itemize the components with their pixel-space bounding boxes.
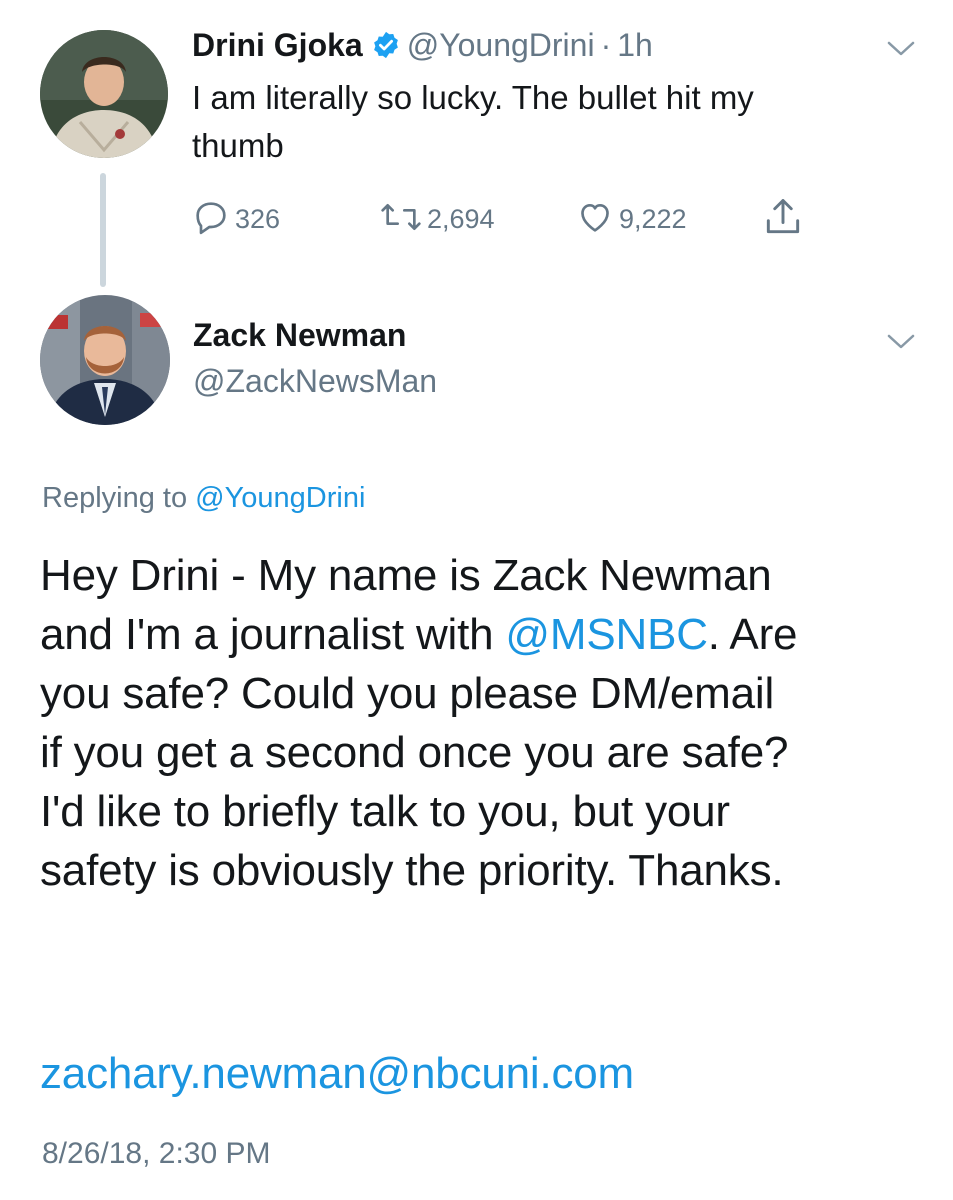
thread-connector-line bbox=[100, 173, 106, 287]
tweet1-text-line2: thumb bbox=[192, 127, 284, 164]
verified-badge-icon bbox=[371, 30, 401, 65]
reply-button[interactable]: 326 bbox=[191, 199, 280, 239]
author-name[interactable]: Drini Gjoka bbox=[192, 27, 363, 63]
like-count: 9,222 bbox=[619, 203, 687, 234]
author-handle[interactable]: @YoungDrini bbox=[407, 27, 595, 63]
like-icon bbox=[575, 197, 615, 242]
avatar-drini[interactable] bbox=[40, 30, 168, 158]
avatar-zack[interactable] bbox=[40, 295, 170, 425]
share-icon bbox=[761, 195, 805, 244]
tweet2-body: Hey Drini - My name is Zack Newman and I… bbox=[40, 546, 940, 900]
tweet2-body-line: Hey Drini - My name is Zack Newman bbox=[40, 551, 772, 600]
chevron-down-icon[interactable] bbox=[886, 40, 916, 58]
retweet-icon bbox=[379, 197, 423, 242]
separator-dot: · bbox=[600, 27, 612, 63]
tweet2-body-line: I'd like to briefly talk to you, but you… bbox=[40, 787, 730, 836]
tweet2-body-text: . Are bbox=[707, 610, 798, 659]
chevron-down-icon[interactable] bbox=[886, 333, 916, 351]
tweet1-header: Drini Gjoka @YoungDrini · 1h bbox=[192, 26, 653, 65]
tweet-time[interactable]: 1h bbox=[617, 27, 653, 63]
share-button[interactable] bbox=[761, 198, 805, 239]
replying-to-prefix: Replying to bbox=[42, 482, 196, 514]
tweet2-body-text: and I'm a journalist with bbox=[40, 610, 506, 659]
tweet1-text-line1: I am literally so lucky. The bullet hit … bbox=[192, 79, 754, 116]
replying-to-label: Replying to @YoungDrini bbox=[42, 480, 365, 516]
reply-count: 326 bbox=[235, 203, 281, 234]
tweet1-text: I am literally so lucky. The bullet hit … bbox=[192, 78, 892, 166]
tweet2-body-line: safety is obviously the priority. Thanks… bbox=[40, 846, 784, 895]
tweet2-body-line: you safe? Could you please DM/email bbox=[40, 669, 775, 718]
tweet2-body-line: if you get a second once you are safe? bbox=[40, 728, 789, 777]
reply-icon bbox=[191, 197, 231, 242]
tweet-timestamp[interactable]: 8/26/18, 2:30 PM bbox=[42, 1136, 271, 1172]
retweet-button[interactable]: 2,694 bbox=[379, 199, 495, 239]
retweet-count: 2,694 bbox=[427, 203, 495, 234]
like-button[interactable]: 9,222 bbox=[575, 199, 687, 239]
tweet2-body-line: and I'm a journalist with @MSNBC. Are bbox=[40, 605, 940, 664]
author-name[interactable]: Zack Newman bbox=[193, 316, 406, 354]
author-handle[interactable]: @ZackNewsMan bbox=[193, 362, 437, 400]
replying-to-handle[interactable]: @YoungDrini bbox=[195, 482, 365, 514]
mention-msnbc[interactable]: @MSNBC bbox=[505, 610, 708, 659]
email-link[interactable]: zachary.newman@nbcuni.com bbox=[40, 1048, 634, 1100]
